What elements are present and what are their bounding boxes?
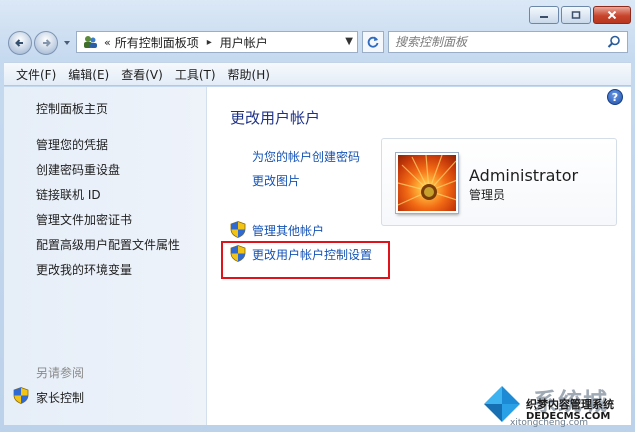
back-button[interactable] <box>8 31 32 55</box>
main-content-pane: ? 更改用户帐户 为您的帐户创建密码 更改图片 管理其他帐户 更改用户帐户控制设… <box>207 87 631 425</box>
user-accounts-icon <box>84 36 97 48</box>
page-title: 更改用户帐户 <box>230 109 321 127</box>
recent-pages-dropdown-icon[interactable] <box>62 38 72 48</box>
breadcrumb-control-panel-items[interactable]: 所有控制面板项 <box>115 34 199 51</box>
manage-other-accounts-link[interactable]: 管理其他帐户 <box>252 222 324 239</box>
menu-file[interactable]: 文件(F) <box>12 66 64 83</box>
uac-shield-icon <box>230 221 246 238</box>
help-icon[interactable]: ? <box>607 89 623 105</box>
menu-edit[interactable]: 编辑(E) <box>64 66 117 83</box>
close-button[interactable] <box>593 6 631 24</box>
menu-help[interactable]: 帮助(H) <box>224 66 278 83</box>
user-account-card: Administrator 管理员 <box>381 138 617 226</box>
left-navigation-pane: 控制面板主页 管理您的凭据 创建密码重设盘 链接联机 ID 管理文件加密证书 配… <box>4 87 207 425</box>
watermark-url: xitongcheng.com <box>510 418 588 428</box>
sidebar-item-manage-credentials[interactable]: 管理您的凭据 <box>36 136 108 153</box>
refresh-icon <box>367 36 379 48</box>
forward-button[interactable] <box>34 31 58 55</box>
breadcrumb-overflow-chevron[interactable]: « <box>104 36 111 49</box>
sidebar-item-control-panel-home[interactable]: 控制面板主页 <box>36 100 108 117</box>
search-icon[interactable] <box>607 35 621 49</box>
flower-picture-icon <box>398 155 456 206</box>
caption-buttons <box>529 6 631 24</box>
search-box[interactable] <box>388 31 628 53</box>
sidebar-item-manage-encryption-certificates[interactable]: 管理文件加密证书 <box>36 211 132 228</box>
back-arrow-icon <box>15 39 23 47</box>
account-name: Administrator <box>469 166 579 185</box>
close-icon <box>607 11 617 19</box>
menu-bar: 文件(F) 编辑(E) 查看(V) 工具(T) 帮助(H) <box>4 62 631 86</box>
sidebar-item-link-online-id[interactable]: 链接联机 ID <box>36 186 101 203</box>
navigation-bar: « 所有控制面板项 ▸ 用户帐户 ▼ <box>6 30 630 56</box>
account-type: 管理员 <box>469 188 506 202</box>
menu-view[interactable]: 查看(V) <box>117 66 171 83</box>
create-password-link[interactable]: 为您的帐户创建密码 <box>252 148 360 165</box>
maximize-button[interactable] <box>561 6 591 24</box>
window-frame: « 所有控制面板项 ▸ 用户帐户 ▼ 文件(F) 编辑(E) 查看(V) 工具(… <box>0 0 635 432</box>
refresh-button[interactable] <box>362 31 384 53</box>
watermark-site-name: 织梦内容管理系统 <box>526 398 614 411</box>
breadcrumb-separator[interactable]: ▸ <box>207 37 212 48</box>
avatar[interactable] <box>396 153 458 213</box>
see-also-heading: 另请参阅 <box>36 366 85 380</box>
minimize-button[interactable] <box>529 6 559 24</box>
sidebar-item-environment-variables[interactable]: 更改我的环境变量 <box>36 261 132 278</box>
minimize-icon <box>540 16 548 18</box>
highlight-box <box>221 241 390 279</box>
menu-tools[interactable]: 工具(T) <box>171 66 224 83</box>
maximize-icon <box>571 11 581 19</box>
breadcrumb-user-accounts[interactable]: 用户帐户 <box>220 34 268 51</box>
address-dropdown-arrow[interactable]: ▼ <box>345 36 353 47</box>
change-picture-link[interactable]: 更改图片 <box>252 172 300 189</box>
forward-arrow-icon <box>43 39 51 47</box>
uac-shield-icon <box>13 387 29 404</box>
address-bar[interactable]: « 所有控制面板项 ▸ 用户帐户 ▼ <box>76 31 358 53</box>
search-input[interactable] <box>395 35 605 49</box>
sidebar-item-create-password-reset-disk[interactable]: 创建密码重设盘 <box>36 161 120 178</box>
sidebar-item-parental-controls[interactable]: 家长控制 <box>36 389 84 406</box>
sidebar-item-advanced-profile-properties[interactable]: 配置高级用户配置文件属性 <box>36 236 180 253</box>
